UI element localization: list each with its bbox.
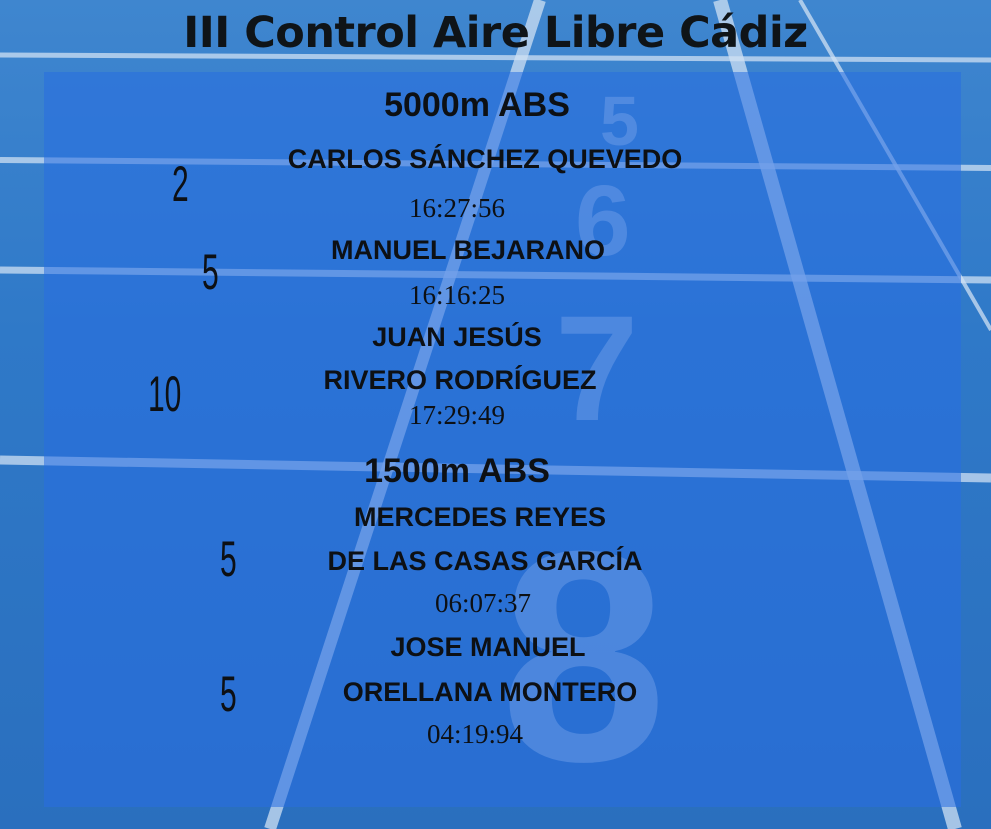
result-position: 5	[202, 244, 219, 300]
result-position: 5	[220, 531, 237, 587]
result-time: 06:07:37	[434, 588, 531, 618]
result-time: 16:27:56	[408, 193, 505, 223]
event-heading-1500m: 1500m ABS	[364, 452, 550, 490]
result-time: 17:29:49	[408, 400, 505, 430]
athlete-name: MERCEDES REYES	[353, 502, 607, 532]
event-heading-5000m: 5000m ABS	[384, 86, 570, 124]
athlete-name-line-2: ORELLANA MONTERO	[342, 677, 638, 707]
athlete-name: JOSE MANUEL	[390, 632, 586, 662]
result-time: 04:19:94	[426, 719, 523, 749]
athlete-name-line-2: RIVERO RODRÍGUEZ	[323, 365, 597, 395]
result-position: 10	[148, 366, 182, 422]
athlete-name: MANUEL BEJARANO	[330, 235, 606, 265]
athlete-name-line-2: DE LAS CASAS GARCÍA	[327, 546, 643, 576]
result-position: 2	[172, 156, 189, 212]
result-position: 5	[220, 666, 237, 722]
result-time: 16:16:25	[408, 280, 505, 310]
athlete-name: JUAN JESÚS	[372, 322, 542, 352]
athlete-name: CARLOS SÁNCHEZ QUEVEDO	[287, 144, 683, 174]
page-title: III Control Aire Libre Cádiz	[183, 8, 808, 58]
